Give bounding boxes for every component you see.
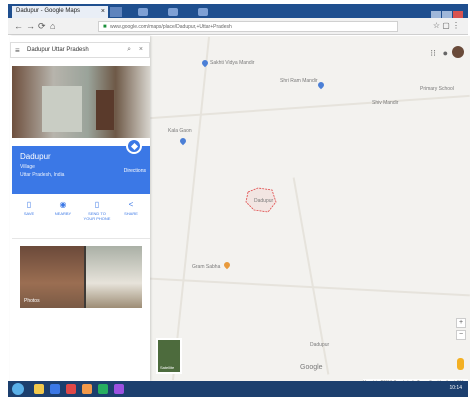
- background-window-icon: [168, 8, 178, 16]
- search-value: Dadupur Uttar Pradesh: [27, 47, 89, 53]
- place-actions: ▯ SAVE ◉ NEARBY ▯ SEND TO YOUR PHONE < S…: [12, 200, 150, 234]
- reload-icon[interactable]: ⟳: [38, 21, 46, 32]
- file-explorer-icon[interactable]: [34, 384, 44, 394]
- photo-door: [96, 90, 114, 130]
- place-pin-icon[interactable]: [222, 260, 232, 270]
- browser-tabbar: Dadupur - Google Maps ×: [8, 4, 468, 19]
- tab-close-icon[interactable]: ×: [101, 8, 105, 15]
- directions-icon[interactable]: [126, 138, 142, 154]
- browser-toolbar: ← → ⟳ ⌂ ■ www.google.com/maps/place/Dadu…: [8, 18, 468, 35]
- map-label-center: Dadupur: [254, 198, 274, 204]
- map-label-left: Kala Gaon: [168, 128, 192, 134]
- photos-label: Photos: [24, 298, 40, 304]
- place-pin-icon[interactable]: [316, 80, 326, 90]
- share-button[interactable]: < SHARE: [116, 200, 146, 216]
- address-bar[interactable]: ■ www.google.com/maps/place/Dadupur,+Utt…: [98, 21, 398, 32]
- ie-icon[interactable]: [50, 384, 60, 394]
- place-name: Dadupur: [20, 152, 51, 161]
- satellite-toggle[interactable]: Satellite: [156, 338, 182, 374]
- photo-thumb[interactable]: [86, 246, 142, 308]
- send-to-phone-button[interactable]: ▯ SEND TO YOUR PHONE: [82, 200, 112, 221]
- notifications-icon[interactable]: ●: [443, 48, 448, 58]
- search-input[interactable]: ≡ Dadupur Uttar Pradesh ⌕ ×: [10, 42, 150, 58]
- place-pin-icon[interactable]: [200, 58, 210, 68]
- menu-icon[interactable]: ≡: [15, 46, 20, 55]
- map-label-school: Sakhti Vidya Mandir: [210, 60, 255, 66]
- start-button[interactable]: [12, 383, 24, 395]
- home-icon[interactable]: ⌂: [50, 21, 55, 31]
- background-window-icon: [138, 8, 148, 16]
- nearby-button[interactable]: ◉ NEARBY: [48, 200, 78, 216]
- photos-gallery[interactable]: Photos: [20, 246, 142, 308]
- map-label-temple: Shri Ram Mandir: [280, 78, 318, 84]
- system-clock[interactable]: 10:14: [449, 385, 462, 391]
- phone-icon: ▯: [94, 200, 100, 209]
- back-icon[interactable]: ←: [14, 21, 23, 31]
- map-label-right2: Primary School: [420, 86, 454, 92]
- lock-icon: ■: [103, 24, 107, 30]
- toolbar-icons[interactable]: ☆ ▢ ⋮: [433, 21, 460, 30]
- satellite-label: Satellite: [160, 365, 175, 370]
- map-label-bottom: Dadupur: [310, 342, 330, 348]
- save-icon: ▯: [26, 200, 32, 209]
- apps-icon[interactable]: ⁝⁝: [430, 48, 436, 59]
- nearby-label: NEARBY: [54, 211, 72, 216]
- directions-label[interactable]: Directions: [124, 168, 146, 174]
- window-controls: [430, 6, 464, 19]
- close-icon[interactable]: ×: [139, 46, 143, 53]
- forward-icon[interactable]: →: [26, 21, 35, 31]
- new-tab-button[interactable]: [110, 7, 122, 17]
- browser-tab[interactable]: Dadupur - Google Maps ×: [12, 6, 108, 18]
- search-icon[interactable]: ⌕: [127, 46, 131, 54]
- map-road: [150, 94, 470, 120]
- background-window-icon: [198, 8, 208, 16]
- chrome-icon[interactable]: [98, 384, 108, 394]
- share-icon: <: [128, 200, 134, 209]
- place-type: Village: [20, 164, 35, 170]
- map-label-right1: Shiv Mandir: [372, 100, 399, 106]
- app-icon[interactable]: [82, 384, 92, 394]
- url-text: www.google.com/maps/place/Dadupur,+Uttar…: [110, 24, 232, 30]
- os-taskbar: 10:14: [8, 381, 468, 397]
- app-frame: Dadupur - Google Maps × ← → ⟳ ⌂ ■ www.go…: [0, 0, 475, 407]
- save-button[interactable]: ▯ SAVE: [14, 200, 44, 216]
- map-canvas[interactable]: Sakhti Vidya Mandir Shri Ram Mandir Kala…: [150, 36, 470, 384]
- place-pin-icon[interactable]: [178, 136, 188, 146]
- place-hero-photo[interactable]: [12, 66, 150, 138]
- place-header: Dadupur Village Uttar Pradesh, India Dir…: [12, 138, 150, 194]
- share-label: SHARE: [124, 211, 138, 216]
- zoom-in-button[interactable]: +: [456, 318, 466, 328]
- avatar[interactable]: [452, 46, 464, 58]
- tab-title: Dadupur - Google Maps: [16, 8, 81, 14]
- app-icon[interactable]: [114, 384, 124, 394]
- nearby-icon: ◉: [59, 200, 67, 209]
- map-label-orange: Gram Sabha: [192, 264, 221, 270]
- photo-wall: [42, 86, 82, 132]
- divider: [12, 238, 150, 239]
- save-label: SAVE: [23, 211, 35, 216]
- place-region: Uttar Pradesh, India: [20, 172, 65, 178]
- app-icon[interactable]: [66, 384, 76, 394]
- pegman-icon[interactable]: [457, 358, 464, 370]
- zoom-out-button[interactable]: −: [456, 330, 466, 340]
- google-logo: Google: [300, 364, 323, 371]
- place-panel: ≡ Dadupur Uttar Pradesh ⌕ × Dadupur Vill…: [10, 36, 150, 381]
- send-to-phone-label: SEND TO YOUR PHONE: [83, 211, 111, 221]
- map-road: [171, 36, 211, 381]
